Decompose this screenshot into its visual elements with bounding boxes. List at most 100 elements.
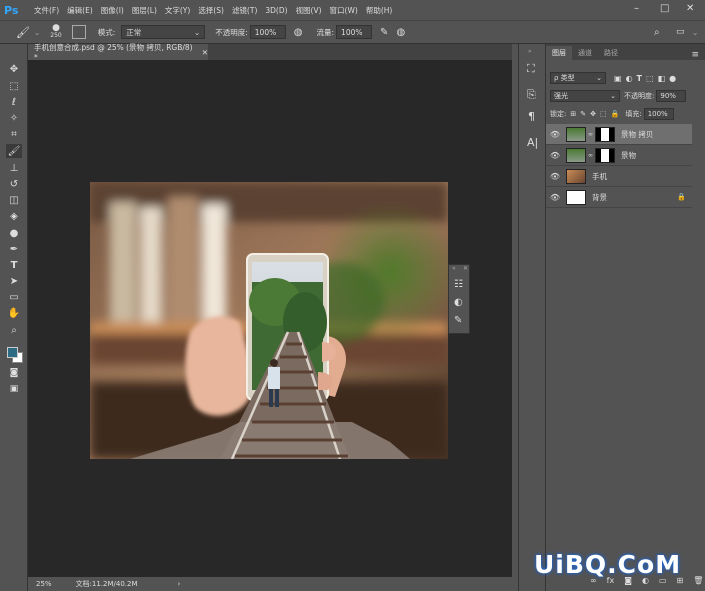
tab-layers[interactable]: 图层 xyxy=(546,46,572,60)
pressure-opacity-icon[interactable]: ◍ xyxy=(294,27,303,38)
tab-paths[interactable]: 路径 xyxy=(598,46,624,60)
pressure-size-icon[interactable]: ◍ xyxy=(396,27,405,38)
blend-mode-value: 强光 xyxy=(554,92,568,100)
fill-input[interactable]: 100% xyxy=(643,108,674,120)
lock-all-icon[interactable]: 🔒 xyxy=(611,110,620,118)
panel-icon-strip: » ⛶ ⎘ ¶ A| xyxy=(518,44,546,591)
layer-thumbnail xyxy=(566,189,586,205)
chevron-right-icon[interactable]: › xyxy=(178,580,181,588)
filter-adjustment-icon[interactable]: ◐ xyxy=(626,74,633,83)
adjustments-icon[interactable]: ◐ xyxy=(454,297,463,308)
menu-help[interactable]: 帮助(H) xyxy=(366,5,393,16)
properties-icon[interactable]: ☷ xyxy=(454,279,463,290)
brush-tool-icon[interactable]: 🖌 xyxy=(16,26,30,39)
brush-settings-icon[interactable]: ✎ xyxy=(454,315,462,326)
lock-artboard-icon[interactable]: ⬚ xyxy=(600,110,607,118)
layer-row-scenery[interactable]: 👁 ∞ 景物 xyxy=(546,145,692,166)
chevron-down-icon[interactable]: ⌄ xyxy=(692,28,698,37)
chevron-down-icon[interactable]: ⌄ xyxy=(34,28,40,37)
menu-select[interactable]: 选择(S) xyxy=(198,5,224,16)
menu-layer[interactable]: 图层(L) xyxy=(132,5,157,16)
filter-image-icon[interactable]: ▣ xyxy=(614,74,622,83)
zoom-tool-icon[interactable]: ⌕ xyxy=(6,323,22,337)
menu-window[interactable]: 窗口(W) xyxy=(330,5,358,16)
blend-mode-select[interactable]: 强光 ⌄ xyxy=(550,90,620,102)
eye-icon[interactable]: 👁 xyxy=(546,193,564,202)
menu-view[interactable]: 视图(V) xyxy=(296,5,322,16)
filter-toggle-icon[interactable]: ● xyxy=(669,74,676,83)
opacity-input[interactable]: 100% xyxy=(249,25,286,39)
screen-mode-icon[interactable]: ▣ xyxy=(6,382,22,396)
quick-mask-icon[interactable]: ◙ xyxy=(6,366,22,380)
flow-input[interactable]: 100% xyxy=(336,25,373,39)
crop-tool-icon[interactable]: ⌗ xyxy=(6,127,22,141)
rectangle-tool-icon[interactable]: ▭ xyxy=(6,290,22,304)
brush-tool-icon[interactable]: 🖌 xyxy=(6,144,22,158)
pen-tool-icon[interactable]: ✒ xyxy=(6,242,22,256)
stamp-tool-icon[interactable]: ⊥ xyxy=(6,161,22,175)
menu-filter[interactable]: 滤镜(T) xyxy=(232,5,257,16)
history-icon[interactable]: ⛶ xyxy=(527,62,535,76)
close-icon[interactable]: ✕ xyxy=(463,265,468,272)
minimize-icon[interactable]: – xyxy=(634,3,639,14)
close-icon[interactable]: ✕ xyxy=(686,3,694,14)
marquee-tool-icon[interactable]: ⬚ xyxy=(6,79,22,93)
eye-icon[interactable]: 👁 xyxy=(546,172,564,181)
eye-icon[interactable]: 👁 xyxy=(546,130,564,139)
lock-transparent-icon[interactable]: ⊞ xyxy=(570,110,576,118)
link-icon[interactable]: ∞ xyxy=(588,152,593,159)
menu-type[interactable]: 文字(Y) xyxy=(165,5,190,16)
layer-filter-select[interactable]: ρ 类型 ⌄ xyxy=(550,72,606,84)
watermark-logo: UiBQ.CoM xyxy=(534,550,682,579)
document-tab[interactable]: 手机创意合成.psd @ 25% (景物 拷贝, RGB/8) * ✕ xyxy=(28,43,208,62)
magic-wand-icon[interactable]: ✧ xyxy=(6,111,22,125)
tab-channels[interactable]: 通道 xyxy=(572,46,598,60)
history-brush-icon[interactable]: ↺ xyxy=(6,177,22,191)
document-info: 文档:11.2M/40.2M xyxy=(75,580,138,588)
menu-image[interactable]: 图像(I) xyxy=(101,5,124,16)
collapse-icon[interactable]: » xyxy=(528,48,532,55)
path-select-icon[interactable]: ➤ xyxy=(6,274,22,288)
layer-opacity-input[interactable]: 90% xyxy=(656,90,687,102)
paint-bucket-icon[interactable]: ◈ xyxy=(6,209,22,223)
move-tool-icon[interactable]: ✥ xyxy=(6,62,22,76)
zoom-level[interactable]: 25% xyxy=(36,580,52,588)
character-icon[interactable]: A| xyxy=(527,136,538,149)
eraser-tool-icon[interactable]: ◫ xyxy=(6,193,22,207)
lasso-tool-icon[interactable]: ℓ xyxy=(6,95,22,109)
filter-shape-icon[interactable]: ⬚ xyxy=(646,74,654,83)
menu-3d[interactable]: 3D(D) xyxy=(265,6,287,15)
lock-pixels-icon[interactable]: ✎ xyxy=(580,110,586,118)
document-canvas[interactable] xyxy=(90,182,448,459)
layer-row-phone[interactable]: 👁 手机 xyxy=(546,166,692,187)
delete-layer-icon[interactable]: 🗑 xyxy=(693,576,703,585)
chevron-down-icon: ⌄ xyxy=(610,92,616,100)
close-icon[interactable]: ✕ xyxy=(202,48,208,57)
clone-source-icon[interactable]: ⎘ xyxy=(527,88,536,102)
foreground-color-swatch[interactable] xyxy=(7,347,18,358)
layer-mask-thumbnail[interactable] xyxy=(595,126,615,142)
menu-file[interactable]: 文件(F) xyxy=(34,5,59,16)
link-icon[interactable]: ∞ xyxy=(588,131,593,138)
workspace-icon[interactable]: ▭ xyxy=(676,27,685,37)
eye-icon[interactable]: 👁 xyxy=(546,151,564,160)
mode-select[interactable]: 正常 ⌄ xyxy=(121,25,206,39)
menu-edit[interactable]: 编辑(E) xyxy=(67,5,93,16)
collapse-icon[interactable]: « xyxy=(452,265,456,272)
maximize-icon[interactable]: □ xyxy=(660,3,669,14)
airbrush-icon[interactable]: ✎ xyxy=(380,27,388,38)
layer-row-scenery-copy[interactable]: 👁 ∞ 景物 拷贝 xyxy=(546,124,692,145)
brush-preset-picker[interactable]: ● 250 xyxy=(50,24,61,40)
paragraph-icon[interactable]: ¶ xyxy=(528,110,535,123)
lock-position-icon[interactable]: ✥ xyxy=(590,110,596,118)
filter-smart-object-icon[interactable]: ◧ xyxy=(658,74,666,83)
dodge-tool-icon[interactable]: ● xyxy=(6,226,22,240)
hand-tool-icon[interactable]: ✋ xyxy=(6,306,22,320)
brush-panel-toggle-icon[interactable] xyxy=(71,25,86,39)
type-tool-icon[interactable]: T xyxy=(6,258,22,272)
layer-mask-thumbnail[interactable] xyxy=(595,147,615,163)
panel-menu-icon[interactable]: ≡ xyxy=(691,50,699,60)
layer-row-background[interactable]: 👁 背景 🔒 xyxy=(546,187,692,208)
filter-type-icon[interactable]: T xyxy=(637,74,642,83)
search-icon[interactable]: ⌕ xyxy=(654,27,660,38)
